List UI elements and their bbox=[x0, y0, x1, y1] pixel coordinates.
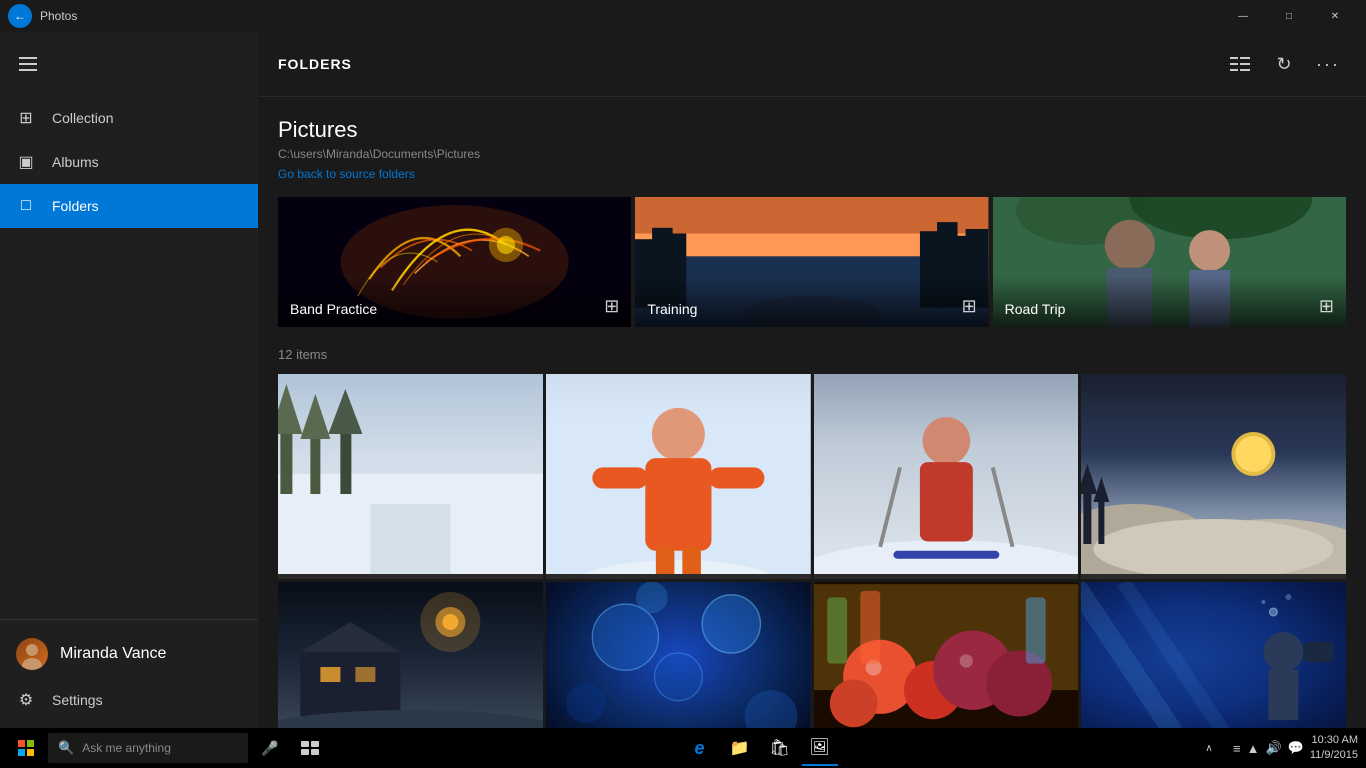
taskbar-right: ∧ ≡ ▲ 🔊 💬 10:30 AM 11/9/2015 bbox=[1191, 730, 1358, 766]
folder-name-training: Training bbox=[647, 301, 697, 317]
search-icon: 🔍 bbox=[58, 740, 74, 756]
header-actions: ↻ ··· bbox=[1222, 46, 1346, 82]
app-body: ⊞ Collection ▣ Albums □ Folders M bbox=[0, 32, 1366, 728]
taskbar-search[interactable]: 🔍 Ask me anything bbox=[48, 733, 248, 763]
content-scroll[interactable]: Pictures C:\users\Miranda\Documents\Pict… bbox=[258, 97, 1366, 728]
pictures-section-header: Pictures C:\users\Miranda\Documents\Pict… bbox=[278, 117, 1346, 197]
folder-icon-training: ⊞ bbox=[962, 296, 977, 317]
mic-button[interactable]: 🎤 bbox=[252, 730, 288, 766]
pictures-title: Pictures bbox=[278, 117, 1346, 143]
user-profile[interactable]: Miranda Vance bbox=[0, 628, 258, 680]
settings-label: Settings bbox=[52, 692, 103, 708]
taskbar-center: e 📁 🛍 🖼 bbox=[682, 730, 838, 766]
sidebar-item-collection[interactable]: ⊞ Collection bbox=[0, 96, 258, 140]
taskbar-app-explorer[interactable]: 📁 bbox=[722, 730, 758, 766]
network-icon[interactable]: ≡ bbox=[1233, 741, 1241, 756]
title-bar-left: ← Photos bbox=[8, 4, 1220, 28]
albums-icon: ▣ bbox=[16, 152, 36, 172]
task-view-button[interactable] bbox=[292, 730, 328, 766]
speaker-icon[interactable]: 🔊 bbox=[1266, 740, 1282, 756]
folder-overlay-band-practice: Band Practice ⊞ bbox=[278, 276, 631, 327]
photo-child-ski[interactable] bbox=[814, 374, 1079, 579]
folder-overlay-road-trip: Road Trip ⊞ bbox=[993, 276, 1346, 327]
app-title: Photos bbox=[40, 9, 77, 23]
content-area: FOLDERS ↻ ··· bbox=[258, 32, 1366, 728]
folder-card-training[interactable]: Training ⊞ bbox=[635, 197, 988, 327]
close-button[interactable]: ✕ bbox=[1312, 0, 1358, 32]
sidebar-nav: ⊞ Collection ▣ Albums □ Folders bbox=[0, 96, 258, 619]
folder-icon-road-trip: ⊞ bbox=[1319, 296, 1334, 317]
avatar bbox=[16, 638, 48, 670]
folder-name-road-trip: Road Trip bbox=[1005, 301, 1066, 317]
search-placeholder: Ask me anything bbox=[82, 741, 171, 755]
sidebar-item-folders[interactable]: □ Folders bbox=[0, 184, 258, 228]
sidebar-item-albums[interactable]: ▣ Albums bbox=[0, 140, 258, 184]
hamburger-button[interactable] bbox=[8, 44, 48, 84]
start-button[interactable] bbox=[8, 730, 44, 766]
source-folders-link[interactable]: Go back to source folders bbox=[278, 167, 415, 181]
notification-icon[interactable]: 💬 bbox=[1288, 740, 1304, 756]
taskbar-app-photos[interactable]: 🖼 bbox=[802, 730, 838, 766]
tray-expand-button[interactable]: ∧ bbox=[1191, 730, 1227, 766]
photo-blue-abstract[interactable] bbox=[546, 582, 811, 728]
folder-card-band-practice[interactable]: Band Practice ⊞ bbox=[278, 197, 631, 327]
items-count: 12 items bbox=[278, 347, 1346, 362]
sidebar: ⊞ Collection ▣ Albums □ Folders M bbox=[0, 32, 258, 728]
photo-fruit[interactable] bbox=[814, 582, 1079, 728]
settings-icon: ⚙ bbox=[16, 690, 36, 710]
sidebar-bottom: Miranda Vance ⚙ Settings bbox=[0, 619, 258, 728]
folder-grid: Band Practice ⊞ bbox=[278, 197, 1346, 327]
pictures-path: C:\users\Miranda\Documents\Pictures bbox=[278, 147, 1346, 161]
collection-icon: ⊞ bbox=[16, 108, 36, 128]
taskbar-left: 🔍 Ask me anything 🎤 bbox=[8, 730, 328, 766]
folder-icon-band-practice: ⊞ bbox=[604, 296, 619, 317]
photo-grid bbox=[278, 374, 1346, 728]
back-button[interactable]: ← bbox=[8, 4, 32, 28]
folders-label: Folders bbox=[52, 198, 99, 214]
title-bar: ← Photos — □ ✕ bbox=[0, 0, 1366, 32]
more-button[interactable]: ··· bbox=[1310, 46, 1346, 82]
folder-card-road-trip[interactable]: Road Trip ⊞ bbox=[993, 197, 1346, 327]
folder-name-band-practice: Band Practice bbox=[290, 301, 377, 317]
photo-winter-road[interactable] bbox=[278, 374, 543, 579]
wifi-icon[interactable]: ▲ bbox=[1247, 741, 1260, 756]
collection-label: Collection bbox=[52, 110, 113, 126]
taskbar-app-store[interactable]: 🛍 bbox=[762, 730, 798, 766]
folders-icon: □ bbox=[16, 196, 36, 216]
folder-overlay-training: Training ⊞ bbox=[635, 276, 988, 327]
taskbar: 🔍 Ask me anything 🎤 e 📁 🛍 🖼 ∧ ≡ ▲ 🔊 💬 10… bbox=[0, 728, 1366, 768]
photo-cabin-night[interactable] bbox=[278, 582, 543, 728]
refresh-button[interactable]: ↻ bbox=[1266, 46, 1302, 82]
maximize-button[interactable]: □ bbox=[1266, 0, 1312, 32]
photo-underwater[interactable] bbox=[1081, 582, 1346, 728]
select-button[interactable] bbox=[1222, 46, 1258, 82]
minimize-button[interactable]: — bbox=[1220, 0, 1266, 32]
user-name: Miranda Vance bbox=[60, 645, 166, 663]
settings-item[interactable]: ⚙ Settings bbox=[0, 680, 258, 720]
content-header: FOLDERS ↻ ··· bbox=[258, 32, 1366, 97]
photo-moonrise[interactable] bbox=[1081, 374, 1346, 579]
hamburger-icon bbox=[19, 57, 37, 71]
taskbar-app-edge[interactable]: e bbox=[682, 730, 718, 766]
albums-label: Albums bbox=[52, 154, 99, 170]
taskbar-time[interactable]: 10:30 AM 11/9/2015 bbox=[1310, 733, 1358, 764]
photo-child-orange[interactable] bbox=[546, 374, 811, 579]
window-controls: — □ ✕ bbox=[1220, 0, 1358, 32]
sidebar-top bbox=[0, 32, 258, 96]
section-title: FOLDERS bbox=[278, 56, 352, 72]
